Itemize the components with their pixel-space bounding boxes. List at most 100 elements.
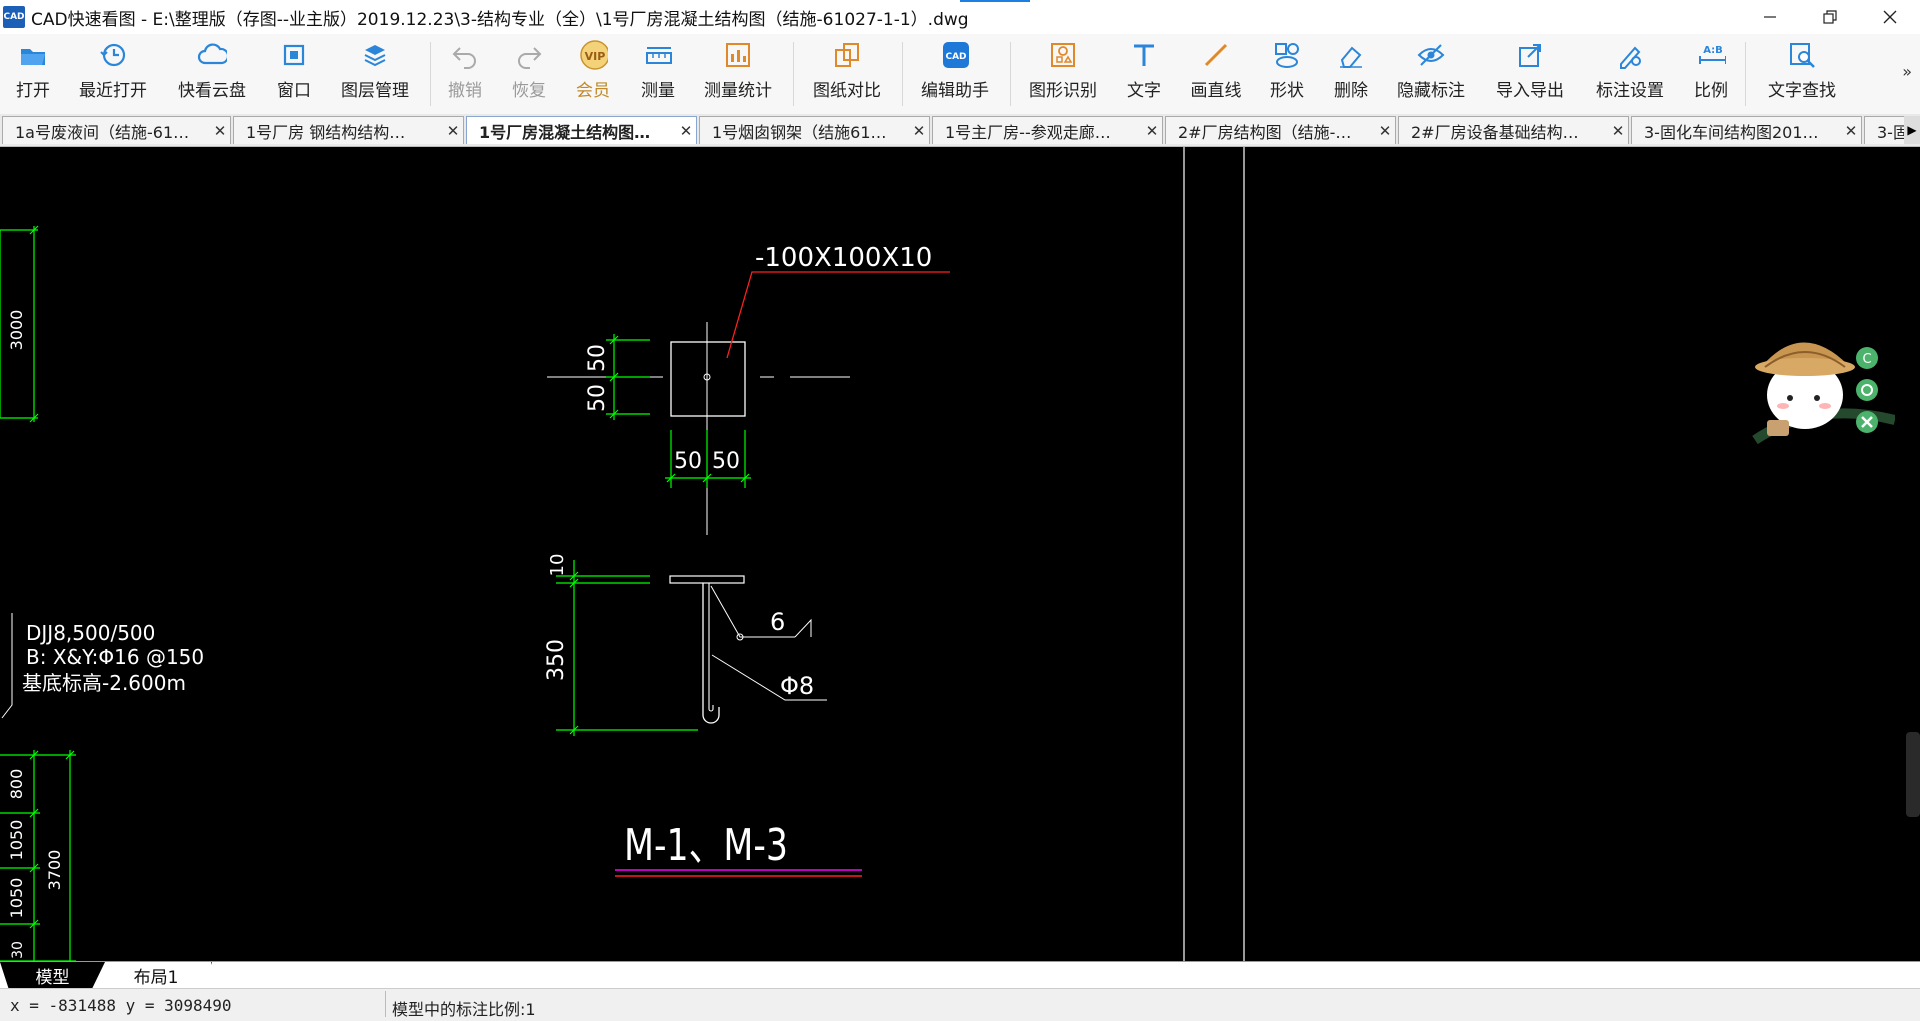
ratio-badge-text: A:B bbox=[1703, 45, 1723, 56]
layers-icon bbox=[360, 40, 390, 70]
annotation-settings-icon bbox=[1615, 40, 1645, 70]
title-bar: CAD CAD快速看图 - E:\整理版（存图--业主版）2019.12.23\… bbox=[0, 0, 1920, 34]
tab-document[interactable]: 3-固化车间结构图201… ✕ bbox=[1631, 116, 1862, 144]
recent-clock-icon bbox=[98, 40, 128, 70]
minimize-icon[interactable] bbox=[1740, 0, 1800, 34]
tab-layout1[interactable]: 布局1 bbox=[100, 962, 212, 989]
tab-document[interactable]: 1号烟囱钢架（结施61… ✕ bbox=[699, 116, 930, 144]
undo-icon bbox=[450, 40, 480, 70]
assistant-mascot[interactable]: C bbox=[1745, 320, 1897, 460]
toolbar-separator bbox=[1010, 42, 1011, 106]
close-icon[interactable]: ✕ bbox=[1608, 122, 1628, 140]
tab-scroll-right-icon[interactable]: ▶ bbox=[1904, 116, 1920, 144]
layer-manager-button[interactable]: 图层管理 bbox=[329, 40, 421, 101]
text-search-button[interactable]: 文字查找 bbox=[1756, 40, 1848, 101]
dim-1050-text: 1050 bbox=[7, 878, 26, 919]
ruler-icon bbox=[643, 40, 673, 70]
dim-50-text: 50 bbox=[674, 449, 702, 474]
tab-document[interactable]: 2#厂房结构图（结施-… ✕ bbox=[1165, 116, 1396, 144]
text-t-icon bbox=[1129, 40, 1159, 70]
import-export-button[interactable]: 导入导出 bbox=[1484, 40, 1576, 101]
shape-recognize-icon bbox=[1048, 40, 1078, 70]
mascot-icon: C bbox=[1752, 342, 1897, 445]
drawing-canvas[interactable]: 3000 -100X100X10 50 50 50 50 6 Φ8 10 350… bbox=[0, 147, 1920, 961]
vip-badge-text: VIP bbox=[585, 50, 606, 63]
shapes-icon bbox=[1272, 40, 1302, 70]
close-icon[interactable]: ✕ bbox=[1841, 122, 1861, 140]
annotation-settings-button[interactable]: 标注设置 bbox=[1584, 40, 1676, 101]
toolbar-overflow-button[interactable]: » bbox=[1902, 62, 1912, 81]
import-export-icon bbox=[1515, 40, 1545, 70]
dim-1050-text: 1050 bbox=[7, 820, 26, 861]
line-icon bbox=[1201, 40, 1231, 70]
dim-3700-text: 3700 bbox=[45, 850, 64, 891]
annotation-scale-text: 模型中的标注比例:1 bbox=[392, 1000, 536, 1019]
restore-icon[interactable] bbox=[1800, 0, 1860, 34]
tab-document[interactable]: 1号主厂房--参观走廊… ✕ bbox=[932, 116, 1163, 144]
recent-open-button[interactable]: 最近打开 bbox=[67, 40, 159, 101]
zoom-slider-handle[interactable] bbox=[1906, 732, 1920, 817]
dimension-350 bbox=[556, 560, 698, 736]
ratio-icon: A:B bbox=[1696, 40, 1726, 70]
tab-document[interactable]: 1号厂房 钢结构结构… ✕ bbox=[233, 116, 464, 144]
foundation-line3: 基底标高-2.600m bbox=[22, 671, 186, 695]
dim-3000-text: 3000 bbox=[7, 310, 26, 351]
dim-50-text: 50 bbox=[712, 449, 740, 474]
close-icon[interactable]: ✕ bbox=[443, 122, 463, 140]
dim-10-text: 10 bbox=[547, 554, 568, 577]
compare-icon bbox=[832, 40, 862, 70]
dim-50-text: 50 bbox=[585, 384, 610, 412]
cloud-disk-button[interactable]: 快看云盘 bbox=[166, 40, 258, 101]
shape-recognize-button[interactable]: 图形识别 bbox=[1017, 40, 1109, 101]
measure-button[interactable]: 测量 bbox=[612, 40, 704, 101]
measure-stats-button[interactable]: 测量统计 bbox=[692, 40, 784, 101]
svg-text:C: C bbox=[1862, 352, 1871, 367]
tab-model[interactable]: 模型 bbox=[0, 962, 105, 988]
window-button[interactable]: 窗口 bbox=[248, 40, 340, 101]
foundation-note-line bbox=[1, 613, 13, 719]
window-title: CAD快速看图 - E:\整理版（存图--业主版）2019.12.23\3-结构… bbox=[31, 9, 969, 30]
ratio-button[interactable]: A:B 比例 bbox=[1665, 40, 1757, 101]
detail-title: M-1、M-3 bbox=[624, 820, 788, 871]
cloud-icon bbox=[197, 40, 227, 70]
dimension-50-vertical bbox=[606, 334, 650, 420]
close-icon[interactable]: ✕ bbox=[210, 122, 230, 140]
cad-edit-icon: CAD bbox=[940, 40, 970, 70]
window-icon bbox=[279, 40, 309, 70]
delete-button[interactable]: 删除 bbox=[1305, 40, 1397, 101]
eraser-icon bbox=[1336, 40, 1366, 70]
redo-icon bbox=[514, 40, 544, 70]
dim-800-text: 800 bbox=[7, 769, 26, 800]
foundation-line2: B: X&Y:Φ16 @150 bbox=[26, 645, 204, 669]
leader-line bbox=[726, 271, 950, 359]
title-accent bbox=[960, 0, 1030, 2]
toolbar-separator bbox=[902, 42, 903, 106]
foundation-line1: DJJ8,500/500 bbox=[26, 621, 155, 645]
eye-hide-icon bbox=[1416, 40, 1446, 70]
main-toolbar: 打开 最近打开 快看云盘 窗口 图层管理 撤销 恢复 VIP 会员 测量 测量统… bbox=[0, 34, 1920, 115]
hide-annotation-button[interactable]: 隐藏标注 bbox=[1385, 40, 1477, 101]
svg-text:CAD: CAD bbox=[945, 52, 966, 62]
dim-30-text: 30 bbox=[10, 941, 26, 959]
edit-assistant-button[interactable]: CAD 编辑助手 bbox=[909, 40, 1001, 101]
tab-document[interactable]: 2#厂房设备基础结构… ✕ bbox=[1398, 116, 1629, 144]
close-icon[interactable]: ✕ bbox=[909, 122, 929, 140]
close-icon[interactable]: ✕ bbox=[676, 122, 696, 140]
close-icon[interactable]: ✕ bbox=[1142, 122, 1162, 140]
tab-document-active[interactable]: 1号厂房混凝土结构图… ✕ bbox=[466, 116, 697, 144]
cad-drawing: 3000 -100X100X10 50 50 50 50 6 Φ8 10 350… bbox=[0, 147, 1245, 961]
folder-open-icon bbox=[18, 40, 48, 70]
measure-stats-icon bbox=[723, 40, 753, 70]
vip-badge-icon: VIP bbox=[578, 40, 608, 70]
close-icon[interactable]: ✕ bbox=[1375, 122, 1395, 140]
text-search-icon bbox=[1787, 40, 1817, 70]
app-logo-icon: CAD bbox=[3, 6, 25, 28]
status-bar: x = -831488 y = 3098490 模型中的标注比例:1 bbox=[0, 988, 1920, 1021]
plate-spec-label: -100X100X10 bbox=[755, 243, 932, 273]
tab-document[interactable]: 1a号废液间（结施-61… ✕ bbox=[2, 116, 231, 144]
close-icon[interactable] bbox=[1860, 0, 1920, 34]
cursor-coordinates: x = -831488 y = 3098490 bbox=[10, 996, 232, 1015]
document-tabs: 1a号废液间（结施-61… ✕ 1号厂房 钢结构结构… ✕ 1号厂房混凝土结构图… ✕… bbox=[0, 114, 1920, 147]
compare-drawings-button[interactable]: 图纸对比 bbox=[801, 40, 893, 101]
anchor-section bbox=[669, 575, 827, 724]
